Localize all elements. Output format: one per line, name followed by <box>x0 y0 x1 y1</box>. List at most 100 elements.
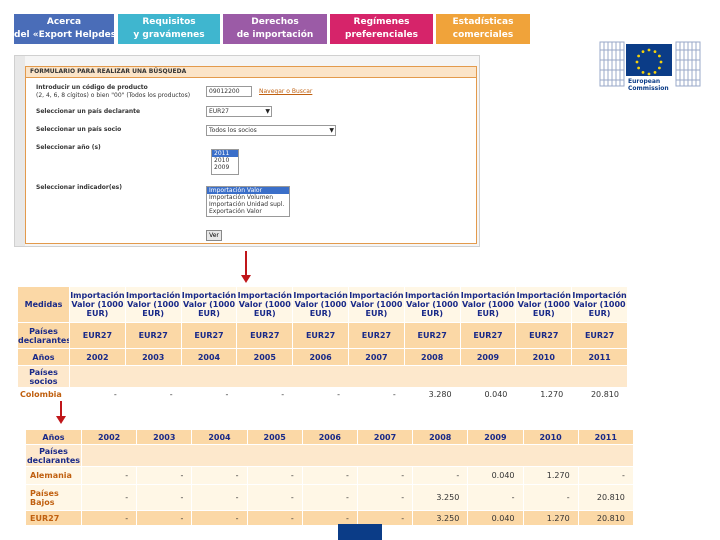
year-label: Seleccionar año (s) <box>36 144 101 151</box>
partner-select-value: Todos los socios <box>209 127 257 134</box>
reporter-label: EUR27 <box>25 510 82 526</box>
indicator-option[interactable]: Importación Volumen <box>207 194 289 201</box>
reporter-cell: EUR27 <box>347 322 405 349</box>
value-cell: 20.810 <box>571 387 628 401</box>
measure-header: Importación Valor (1000 EUR) <box>292 286 349 323</box>
value-cell: - <box>80 484 138 511</box>
results-table-partners: Medidas Importación Valor (1000 EUR) Imp… <box>17 286 628 401</box>
year-cell: 2009 <box>467 429 524 445</box>
results-table-reporters: Años 2002 2003 2004 2005 2006 2007 2008 … <box>25 429 634 526</box>
measure-header: Importación Valor (1000 EUR) <box>180 286 238 323</box>
european-commission-wordmark: European Commission <box>628 78 669 92</box>
value-cell: - <box>180 387 238 401</box>
tab-statistics-line1: Estadísticas <box>452 17 514 27</box>
form-left-stripe <box>15 56 25 246</box>
tab-requirements[interactable]: Requisitos y gravámenes <box>118 14 220 44</box>
table-row: Colombia - - - - - - 3.280 0.040 1.270 2… <box>17 387 628 401</box>
measure-header: Importación Valor (1000 EUR) <box>515 286 573 323</box>
partners-label: Países socios <box>17 365 70 388</box>
reporter-label: Países Bajos <box>25 484 82 511</box>
indicator-listbox[interactable]: Importación Valor Importación Volumen Im… <box>206 186 290 217</box>
tab-preferential-line1: Regímenes <box>353 17 410 27</box>
years-label: Años <box>17 348 70 366</box>
reporters-label: Países declarantes <box>25 444 82 467</box>
measure-header: Importación Valor (1000 EUR) <box>571 286 628 323</box>
tab-about-line2: del «Export Helpdesk» <box>14 30 128 40</box>
search-form-panel: FORMULARIO PARA REALIZAR UNA BÚSQUEDA In… <box>14 55 480 247</box>
year-option[interactable]: 2010 <box>212 157 238 164</box>
value-cell: - <box>301 484 358 511</box>
tab-import-duties-line1: Derechos <box>251 17 299 27</box>
measure-header: Importación Valor (1000 EUR) <box>459 286 517 323</box>
value-cell: 0.040 <box>459 387 517 401</box>
reporter-label: Alemania <box>25 466 82 485</box>
year-cell: 2006 <box>301 429 358 445</box>
indicator-label: Seleccionar indicador(es) <box>36 184 122 191</box>
value-cell: - <box>191 510 248 526</box>
year-cell: 2007 <box>356 429 414 445</box>
value-cell: - <box>124 387 182 401</box>
indicator-option[interactable]: Exportación Valor <box>207 208 289 215</box>
reporter-cell: EUR27 <box>403 322 461 349</box>
value-cell: 1.270 <box>522 466 579 485</box>
reporter-cell: EUR27 <box>459 322 517 349</box>
arrow-down-1-head <box>241 275 251 283</box>
year-option[interactable]: 2011 <box>212 150 238 157</box>
year-cell: 2006 <box>292 348 349 366</box>
value-cell: - <box>467 484 524 511</box>
tab-about[interactable]: Acerca del «Export Helpdesk» <box>14 14 128 44</box>
measure-header: Importación Valor (1000 EUR) <box>236 286 294 323</box>
year-listbox[interactable]: 2011 2010 2009 <box>211 149 239 175</box>
table-row: Alemania - - - - - - - 0.040 1.270 - <box>25 466 634 485</box>
tab-import-duties[interactable]: Derechos de importación <box>223 14 327 44</box>
tab-requirements-line2: y gravámenes <box>133 30 205 40</box>
value-cell: - <box>356 466 414 485</box>
year-cell: 2009 <box>459 348 517 366</box>
table-row: EUR27 - - - - - - 3.250 0.040 1.270 20.8… <box>25 510 634 526</box>
reporter-select[interactable]: EUR27 ▼ <box>206 106 272 117</box>
search-form-body: Introducir un código de producto (2, 4, … <box>25 78 477 244</box>
browse-search-link[interactable]: Navegar o Buscar <box>259 88 312 95</box>
year-cell: 2002 <box>80 429 138 445</box>
value-cell: 1.270 <box>515 387 573 401</box>
value-cell: - <box>191 466 248 485</box>
measure-header: Importación Valor (1000 EUR) <box>403 286 461 323</box>
value-cell: - <box>292 387 349 401</box>
product-code-label: Introducir un código de producto (2, 4, … <box>36 84 190 100</box>
value-cell: 3.250 <box>412 484 469 511</box>
year-cell: 2008 <box>412 429 469 445</box>
year-cell: 2003 <box>136 429 193 445</box>
tab-statistics[interactable]: Estadísticas comerciales <box>436 14 530 44</box>
value-cell: - <box>80 466 138 485</box>
product-code-input[interactable]: 09012200 <box>206 86 252 97</box>
value-cell: - <box>236 387 294 401</box>
reporter-cell: EUR27 <box>515 322 573 349</box>
value-cell: - <box>347 387 405 401</box>
submit-button[interactable]: Ver <box>206 230 222 241</box>
arrow-down-1-shaft <box>245 251 247 275</box>
value-cell: 3.250 <box>412 510 469 526</box>
value-cell: 0.040 <box>467 510 524 526</box>
reporter-cell: EUR27 <box>69 322 126 349</box>
value-cell: - <box>246 466 303 485</box>
indicator-option[interactable]: Importación Valor <box>207 187 289 194</box>
brand-line1: European <box>628 78 661 85</box>
year-cell: 2011 <box>577 429 634 445</box>
arrow-down-2-head <box>56 416 66 424</box>
year-option[interactable]: 2009 <box>212 164 238 171</box>
value-cell: - <box>246 510 303 526</box>
partner-label: Seleccionar un país socio <box>36 126 122 133</box>
reporter-cell: EUR27 <box>236 322 294 349</box>
blank-row-cell <box>69 365 628 388</box>
value-cell: - <box>577 466 634 485</box>
partner-select[interactable]: Todos los socios ▼ <box>206 125 336 136</box>
tab-preferential[interactable]: Regímenes preferenciales <box>330 14 433 44</box>
tab-about-line1: Acerca <box>46 17 82 27</box>
table-row: Medidas Importación Valor (1000 EUR) Imp… <box>17 286 628 323</box>
value-cell: 1.270 <box>522 510 579 526</box>
indicator-option[interactable]: Importación Unidad supl. <box>207 201 289 208</box>
tab-statistics-line2: comerciales <box>452 30 514 40</box>
year-cell: 2010 <box>522 429 579 445</box>
table-row: Países declarantes <box>25 444 634 467</box>
value-cell: - <box>246 484 303 511</box>
